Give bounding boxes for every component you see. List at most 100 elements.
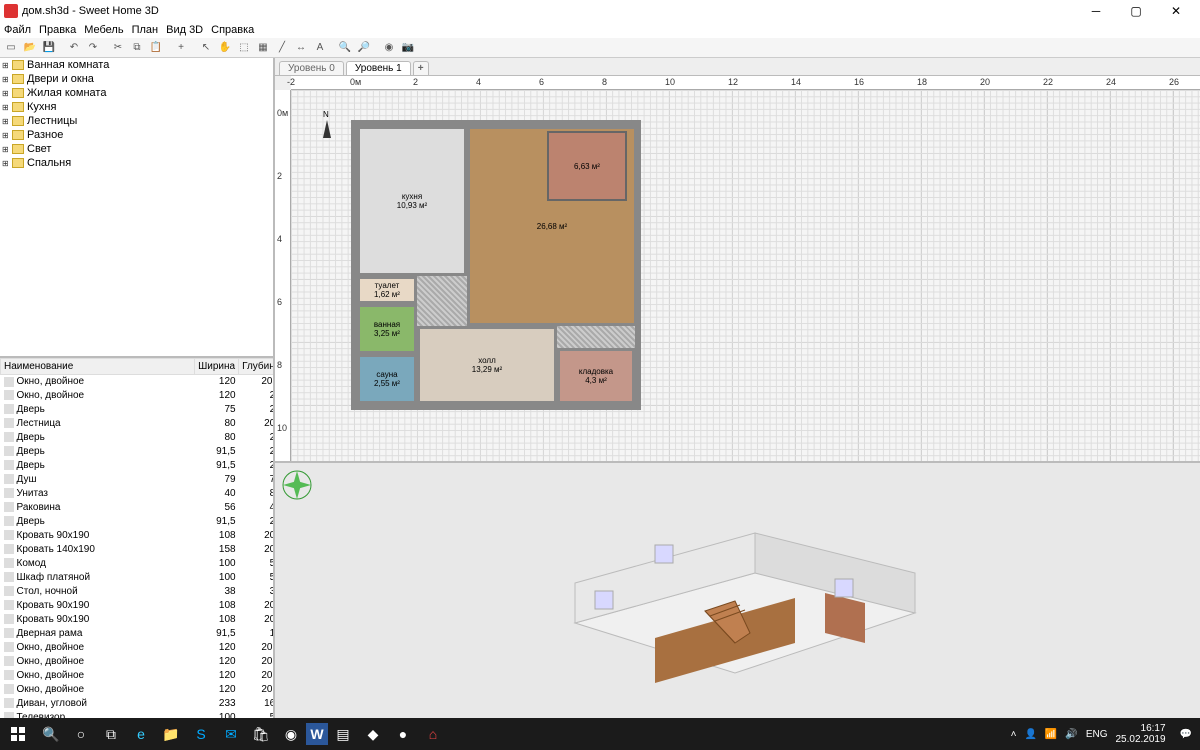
furniture-row[interactable]: Дверная рама91,519208,5 xyxy=(1,627,274,641)
furniture-row[interactable]: Дверь91,529208,5 xyxy=(1,445,274,459)
catalog-item[interactable]: ⊞Двери и окна xyxy=(0,72,273,86)
catalog-item[interactable]: ⊞Кухня xyxy=(0,100,273,114)
furniture-row[interactable]: Окно, двойное12021120 xyxy=(1,389,274,403)
start-button[interactable] xyxy=(0,718,36,750)
catalog-item[interactable]: ⊞Разное xyxy=(0,128,273,142)
wall-tool-icon[interactable]: ⬚ xyxy=(235,40,253,56)
minimize-button[interactable]: ─ xyxy=(1076,0,1116,22)
open-icon[interactable]: 📂 xyxy=(21,40,39,56)
furniture-row[interactable]: Кровать 90x19010820870 xyxy=(1,613,274,627)
furniture-row[interactable]: Кровать 140x19015820870 xyxy=(1,543,274,557)
snapshot-icon[interactable]: 📷 xyxy=(399,40,417,56)
line-tool-icon[interactable]: ╱ xyxy=(273,40,291,56)
tray-clock[interactable]: 16:17 25.02.2019 xyxy=(1115,723,1171,745)
room-tool-icon[interactable]: ▦ xyxy=(254,40,272,56)
tray-sound-icon[interactable]: 🔊 xyxy=(1065,729,1077,740)
tab-level-1[interactable]: Уровень 1 xyxy=(346,61,411,75)
close-button[interactable]: ✕ xyxy=(1156,0,1196,22)
furniture-row[interactable]: Шкаф платяной10054165 xyxy=(1,571,274,585)
menu-help[interactable]: Справка xyxy=(211,24,254,36)
totalcmd-icon[interactable]: ▤ xyxy=(328,718,358,750)
room-store[interactable]: кладовка4,3 м² xyxy=(557,348,635,404)
furniture-row[interactable]: Дверь8029180 xyxy=(1,431,274,445)
furniture-row[interactable]: Дверь7529180 xyxy=(1,403,274,417)
col-depth[interactable]: Глубина xyxy=(239,359,273,375)
text-tool-icon[interactable]: A xyxy=(311,40,329,56)
tab-level-0[interactable]: Уровень 0 xyxy=(279,61,344,75)
menu-edit[interactable]: Правка xyxy=(39,24,76,36)
col-width[interactable]: Ширина xyxy=(195,359,239,375)
tray-notifications-icon[interactable]: 💬 xyxy=(1180,729,1192,740)
explorer-icon[interactable]: 📁 xyxy=(156,718,186,750)
tray-people-icon[interactable]: 👤 xyxy=(1024,729,1036,740)
room-hall[interactable]: холл13,29 м² xyxy=(417,326,557,404)
plan-view[interactable]: -20м246810121416182022242628 0м246810 ку… xyxy=(275,76,1200,463)
redo-icon[interactable]: ↷ xyxy=(84,40,102,56)
view3d-icon[interactable]: ◉ xyxy=(380,40,398,56)
paste-icon[interactable]: 📋 xyxy=(147,40,165,56)
room-wc[interactable]: туалет1,62 м² xyxy=(357,276,417,304)
col-name[interactable]: Наименование xyxy=(1,359,195,375)
catalog-tree[interactable]: ⊞Ванная комната⊞Двери и окна⊞Жилая комна… xyxy=(0,58,273,358)
nav-rose-icon[interactable] xyxy=(281,469,313,501)
tray-up-icon[interactable]: ˄ xyxy=(1011,729,1017,740)
store-icon[interactable]: 🛍 xyxy=(246,718,276,750)
catalog-item[interactable]: ⊞Лестницы xyxy=(0,114,273,128)
furniture-row[interactable]: Окно, двойное12020,4120 xyxy=(1,669,274,683)
zoom-in-icon[interactable]: 🔍 xyxy=(336,40,354,56)
select-tool-icon[interactable]: ↖ xyxy=(197,40,215,56)
menu-furniture[interactable]: Мебель xyxy=(84,24,123,36)
maximize-button[interactable]: ▢ xyxy=(1116,0,1156,22)
catalog-item[interactable]: ⊞Ванная комната xyxy=(0,58,273,72)
view-3d[interactable] xyxy=(275,463,1200,718)
add-furniture-icon[interactable]: + xyxy=(172,40,190,56)
furniture-row[interactable]: Раковина564797 xyxy=(1,501,274,515)
furniture-row[interactable]: Унитаз408062 xyxy=(1,487,274,501)
furniture-row[interactable]: Окно, двойное12020,4120 xyxy=(1,683,274,697)
furniture-row[interactable]: Телевизор1005293 xyxy=(1,711,274,719)
furniture-row[interactable]: Кровать 90x19010820870 xyxy=(1,599,274,613)
zoom-out-icon[interactable]: 🔎 xyxy=(355,40,373,56)
furniture-row[interactable]: Окно, двойное12020,4120 xyxy=(1,375,274,389)
dim-tool-icon[interactable]: ↔ xyxy=(292,40,310,56)
menu-plan[interactable]: План xyxy=(132,24,159,36)
taskview-icon[interactable]: ⧉ xyxy=(96,718,126,750)
save-icon[interactable]: 💾 xyxy=(40,40,58,56)
furniture-row[interactable]: Окно, двойное12020,4120 xyxy=(1,655,274,669)
tray-lang[interactable]: ENG xyxy=(1086,729,1108,740)
catalog-item[interactable]: ⊞Свет xyxy=(0,142,273,156)
furniture-row[interactable]: Диван, угловой23316887 xyxy=(1,697,274,711)
menu-file[interactable]: Файл xyxy=(4,24,31,36)
tab-add-level[interactable]: + xyxy=(413,61,429,75)
furniture-row[interactable]: Кровать 90x19010820870 xyxy=(1,529,274,543)
furniture-row[interactable]: Комод1005580 xyxy=(1,557,274,571)
edge-icon[interactable]: e xyxy=(126,718,156,750)
system-tray[interactable]: ˄ 👤 📶 🔊 ENG 16:17 25.02.2019 💬 xyxy=(1011,723,1200,745)
tray-network-icon[interactable]: 📶 xyxy=(1045,729,1057,740)
room-kitchen[interactable]: кухня10,93 м² xyxy=(357,126,467,276)
room-sauna[interactable]: сауна2,55 м² xyxy=(357,354,417,404)
compass-icon[interactable] xyxy=(315,110,339,146)
undo-icon[interactable]: ↶ xyxy=(65,40,83,56)
menu-3dview[interactable]: Вид 3D xyxy=(166,24,203,36)
furniture-row[interactable]: Окно, двойное12020,4120 xyxy=(1,641,274,655)
pan-tool-icon[interactable]: ✋ xyxy=(216,40,234,56)
furniture-row[interactable]: Дверь91,529208,5 xyxy=(1,459,274,473)
app-icon-2[interactable]: ● xyxy=(388,718,418,750)
catalog-item[interactable]: ⊞Спальня xyxy=(0,156,273,170)
word-icon[interactable]: W xyxy=(306,723,328,745)
catalog-item[interactable]: ⊞Жилая комната xyxy=(0,86,273,100)
cortana-icon[interactable]: ○ xyxy=(66,718,96,750)
cut-icon[interactable]: ✂ xyxy=(109,40,127,56)
copy-icon[interactable]: ⧉ xyxy=(128,40,146,56)
room-bath[interactable]: ванная3,25 м² xyxy=(357,304,417,354)
outlook-icon[interactable]: ✉ xyxy=(216,718,246,750)
chrome-icon[interactable]: ◉ xyxy=(276,718,306,750)
furniture-table[interactable]: Наименование Ширина Глубина Высота Видим… xyxy=(0,358,273,718)
floor-plan[interactable]: кухня10,93 м² 26,68 м² 6,63 м² туалет1,6… xyxy=(351,120,641,410)
furniture-row[interactable]: Душ7979211 xyxy=(1,473,274,487)
furniture-row[interactable]: Дверь91,529208,5 xyxy=(1,515,274,529)
search-icon[interactable]: 🔍 xyxy=(36,718,66,750)
furniture-row[interactable]: Лестница80200362 xyxy=(1,417,274,431)
new-icon[interactable]: ▭ xyxy=(2,40,20,56)
